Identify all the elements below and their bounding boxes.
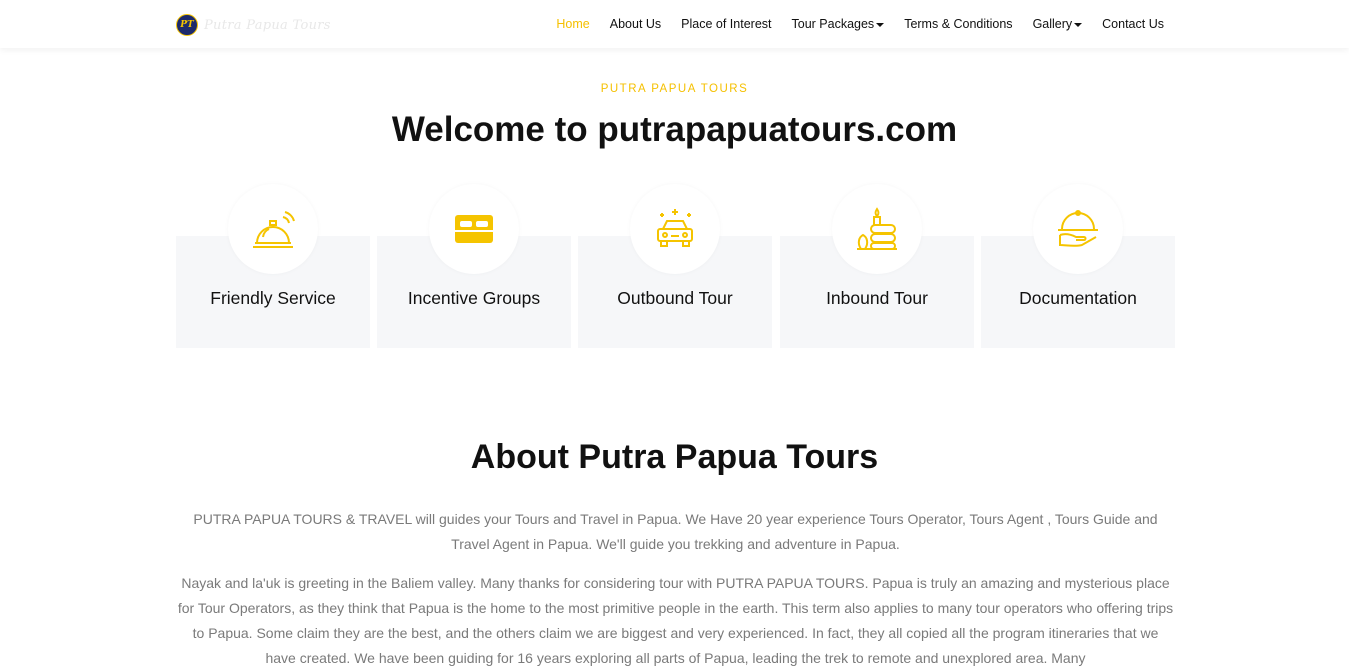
logo-badge: PT xyxy=(176,14,198,36)
site-logo[interactable]: PT Putra Papua Tours xyxy=(176,14,331,36)
nav-place-of-interest[interactable]: Place of Interest xyxy=(681,17,771,31)
services-row: Friendly Service Incentive Groups Outbou… xyxy=(176,184,1175,348)
nav-gallery[interactable]: Gallery xyxy=(1033,17,1083,31)
top-navbar: PT Putra Papua Tours Home About Us Place… xyxy=(0,0,1349,48)
service-bell-icon xyxy=(253,211,295,248)
nav-contact-us[interactable]: Contact Us xyxy=(1102,17,1164,31)
bed-icon xyxy=(455,215,493,243)
service-icon-circle xyxy=(1033,184,1123,274)
service-icon-circle xyxy=(228,184,318,274)
cloche-hand-icon xyxy=(1058,210,1098,247)
logo-text: Putra Papua Tours xyxy=(204,17,331,33)
nav-tour-packages-label: Tour Packages xyxy=(791,17,875,31)
about-paragraph-1: PUTRA PAPUA TOURS & TRAVEL will guides y… xyxy=(193,511,1158,552)
service-label: Incentive Groups xyxy=(407,288,541,308)
service-label: Inbound Tour xyxy=(826,288,928,308)
service-label: Documentation xyxy=(1019,288,1137,308)
nav-home[interactable]: Home xyxy=(556,17,589,31)
about-paragraph-2: Nayak and la'uk is greeting in the Balie… xyxy=(177,575,1174,666)
nav-tour-packages[interactable]: Tour Packages xyxy=(792,17,885,31)
spa-candle-icon xyxy=(857,207,897,250)
main-nav: Home About Us Place of Interest Tour Pac… xyxy=(536,0,1164,48)
service-icon-circle xyxy=(429,184,519,274)
nav-terms-conditions[interactable]: Terms & Conditions xyxy=(904,17,1012,31)
service-label: Outbound Tour xyxy=(617,288,733,308)
service-label: Friendly Service xyxy=(210,288,336,308)
nav-gallery-label: Gallery xyxy=(1032,17,1073,31)
caret-down-icon xyxy=(876,22,885,27)
nav-about-us[interactable]: About Us xyxy=(610,17,661,31)
service-icon-circle xyxy=(832,184,922,274)
hero-title: Welcome to putrapapuatours.com xyxy=(391,110,958,149)
car-icon xyxy=(657,209,693,247)
service-icon-circle xyxy=(630,184,720,274)
about-title: About Putra Papua Tours xyxy=(470,438,879,476)
caret-down-icon xyxy=(1074,22,1083,27)
hero-kicker: PUTRA PAPUA TOURS xyxy=(600,83,749,95)
